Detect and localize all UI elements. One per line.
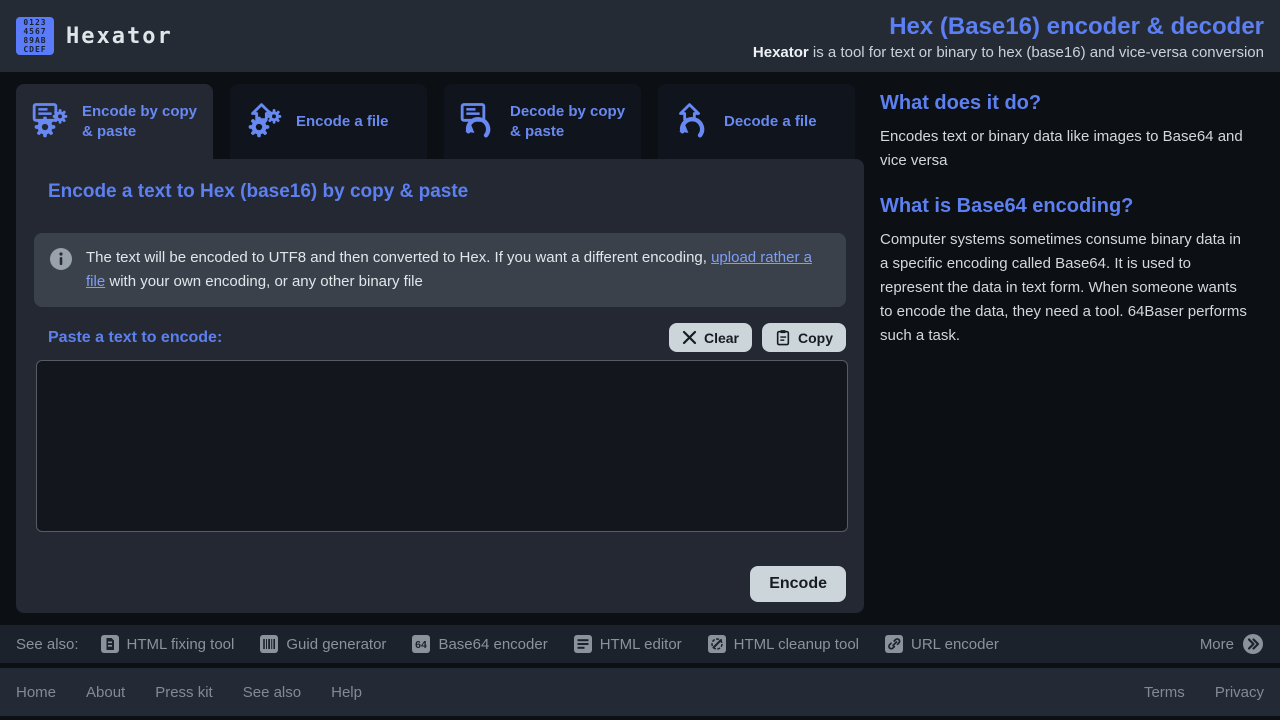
hexator-logo-icon: 0123 4567 89AB CDEF (16, 17, 54, 55)
upload-refresh-icon (672, 102, 712, 142)
paste-text-label: Paste a text to encode: (48, 329, 222, 347)
logo-grid-row: 4567 (23, 27, 46, 36)
upload-gears-icon (244, 102, 284, 142)
cleanup-icon (708, 635, 726, 653)
encode-panel: Encode a text to Hex (base16) by copy & … (16, 159, 864, 613)
panel-heading: Encode a text to Hex (base16) by copy & … (48, 181, 846, 203)
sidebar-body: Encodes text or binary data like images … (880, 125, 1248, 173)
tab-label: Decode a file (724, 112, 817, 132)
info-icon (50, 248, 72, 270)
encode-button[interactable]: Encode (750, 566, 846, 602)
see-link-label: HTML fixing tool (127, 636, 235, 653)
app-header: 0123 4567 89AB CDEF Hexator Hex (Base16)… (0, 0, 1280, 72)
tab-bar: Encode by copy & paste (16, 84, 864, 159)
tab-decode-a-file[interactable]: Decode a file (658, 84, 855, 159)
info-text-before: The text will be encoded to UTF8 and the… (86, 249, 711, 266)
clear-button-label: Clear (704, 330, 739, 346)
subtitle-text: is a tool for text or binary to hex (bas… (809, 44, 1264, 61)
nav-link-terms[interactable]: Terms (1144, 684, 1185, 701)
tab-label: Encode by copy & paste (82, 102, 199, 142)
see-link-label: HTML cleanup tool (734, 636, 859, 653)
document-refresh-icon (458, 102, 498, 142)
link-base64-encoder[interactable]: 64 HTML editor Base64 encoder (412, 635, 547, 653)
barcode-icon (260, 635, 278, 653)
copy-button[interactable]: Copy (762, 323, 846, 352)
brand-name: Hexator (66, 24, 173, 49)
nav-link-privacy[interactable]: Privacy (1215, 684, 1264, 701)
link-html-editor[interactable]: HTML editor (574, 635, 682, 653)
document-gears-icon (30, 102, 70, 142)
nav-link-press-kit[interactable]: Press kit (155, 684, 213, 701)
subtitle-brand: Hexator (753, 44, 809, 61)
sidebar-heading-what-is-base64: What is Base64 encoding? (880, 195, 1248, 218)
see-link-label: URL encoder (911, 636, 999, 653)
info-text: The text will be encoded to UTF8 and the… (86, 246, 830, 294)
nav-link-home[interactable]: Home (16, 684, 56, 701)
link-html-cleanup-tool[interactable]: HTML cleanup tool (708, 635, 859, 653)
see-also-label: See also: (16, 636, 79, 653)
see-link-label: Base64 encoder (438, 636, 547, 653)
tab-encode-a-file[interactable]: Encode a file (230, 84, 427, 159)
info-text-after: with your own encoding, or any other bin… (105, 273, 423, 290)
nav-link-see-also[interactable]: See also (243, 684, 301, 701)
tab-label: Encode a file (296, 112, 389, 132)
sidebar-body: Computer systems sometimes consume binar… (880, 228, 1248, 348)
info-box: The text will be encoded to UTF8 and the… (34, 233, 846, 307)
link-url-encoder[interactable]: URL encoder (885, 635, 999, 653)
tab-decode-by-copy-paste[interactable]: Decode by copy & paste (444, 84, 641, 159)
brand[interactable]: 0123 4567 89AB CDEF Hexator (16, 17, 173, 55)
logo-grid-row: 89AB (23, 36, 46, 45)
bottom-nav: Home About Press kit See also Help Terms… (0, 668, 1280, 716)
link-html-fixing-tool[interactable]: HTML fixing tool (101, 635, 235, 653)
base64-icon: 64 (412, 635, 430, 653)
logo-grid-row: CDEF (23, 45, 46, 54)
double-chevron-right-icon (1242, 633, 1264, 655)
link-guid-generator[interactable]: Guid generator (260, 635, 386, 653)
tab-encode-by-copy-paste[interactable]: Encode by copy & paste (16, 84, 213, 159)
page-subtitle: Hexator is a tool for text or binary to … (753, 44, 1264, 61)
document-lines-icon (574, 635, 592, 653)
logo-grid-row: 0123 (23, 18, 46, 27)
more-link-label: More (1200, 636, 1234, 653)
clipboard-icon (775, 329, 791, 346)
clear-button[interactable]: Clear (669, 323, 752, 352)
encode-input-textarea[interactable] (36, 360, 848, 532)
copy-button-label: Copy (798, 330, 833, 346)
link-icon (885, 635, 903, 653)
see-also-bar: See also: HTML fixing tool Guid generato… (0, 625, 1280, 663)
page-title: Hex (Base16) encoder & decoder (753, 12, 1264, 42)
sidebar-heading-what-does-it-do: What does it do? (880, 92, 1248, 115)
see-link-label: HTML editor (600, 636, 682, 653)
nav-link-help[interactable]: Help (331, 684, 362, 701)
info-sidebar: What does it do? Encodes text or binary … (864, 84, 1264, 613)
tab-label: Decode by copy & paste (510, 102, 627, 142)
svg-text:64: 64 (416, 639, 428, 651)
x-icon (682, 330, 697, 345)
more-link[interactable]: More (1200, 633, 1264, 655)
encode-button-label: Encode (769, 575, 827, 593)
html-fixing-tool-icon (101, 635, 119, 653)
see-link-label: Guid generator (286, 636, 386, 653)
nav-link-about[interactable]: About (86, 684, 125, 701)
